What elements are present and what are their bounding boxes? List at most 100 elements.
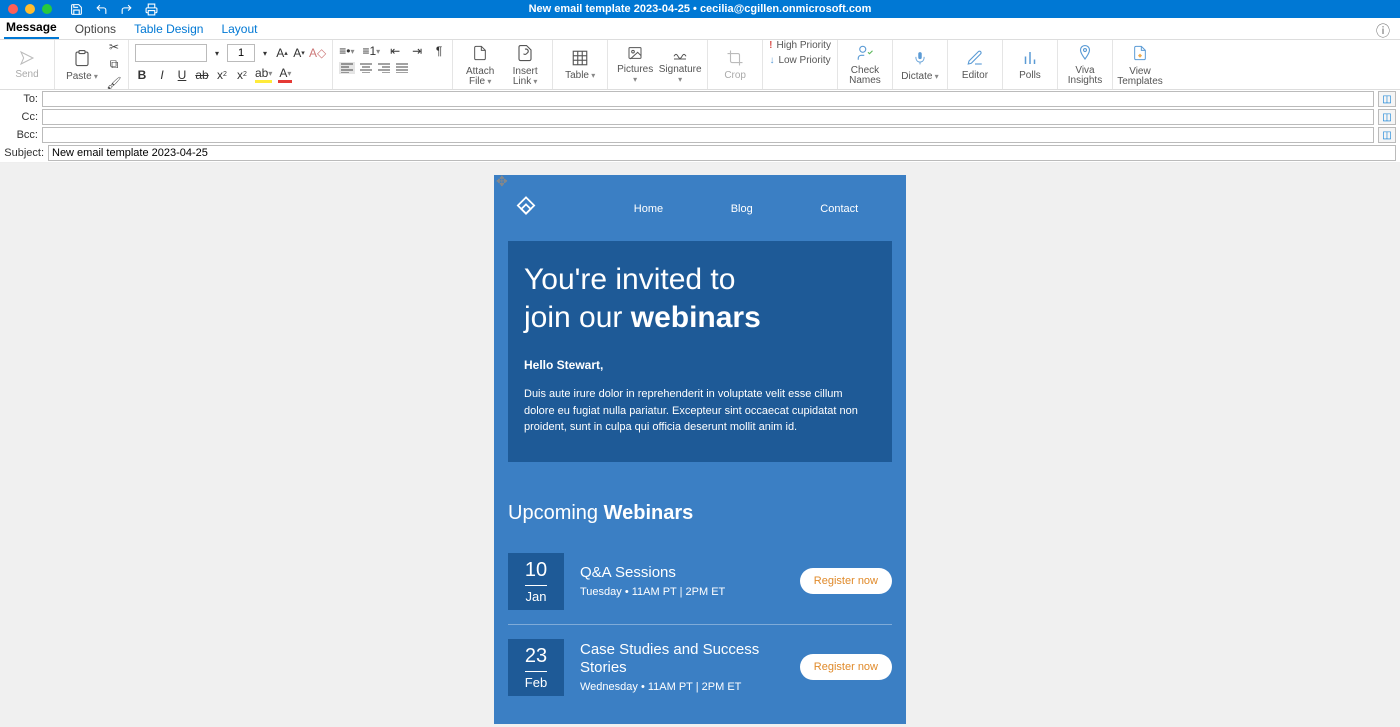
paste-button[interactable]: Paste — [61, 42, 103, 88]
dictate-icon — [913, 48, 927, 71]
nav-contact[interactable]: Contact — [820, 203, 858, 215]
minimize-window-button[interactable] — [25, 4, 35, 14]
signature-icon — [671, 45, 689, 64]
increase-font-icon[interactable]: A▴ — [275, 46, 289, 60]
attach-file-button[interactable]: Attach File — [459, 42, 501, 88]
cc-addressbook-button[interactable]: ◫ — [1378, 109, 1396, 125]
pictures-icon — [626, 45, 644, 64]
subject-field[interactable] — [48, 145, 1396, 161]
editor-button[interactable]: Editor — [954, 42, 996, 88]
table-icon — [571, 49, 589, 70]
crop-icon — [726, 49, 744, 70]
dictate-button[interactable]: Dictate — [899, 42, 941, 88]
strikethrough-button[interactable]: ab — [195, 68, 209, 82]
window-title: New email template 2023-04-25 • cecilia@… — [529, 3, 872, 15]
check-names-button[interactable]: Check Names — [844, 42, 886, 88]
attach-file-icon — [472, 43, 488, 66]
quick-access-toolbar — [70, 3, 158, 16]
nav-blog[interactable]: Blog — [731, 203, 753, 215]
superscript-button[interactable]: x2 — [235, 68, 249, 82]
event-row: 23 Feb Case Studies and Success Stories … — [508, 625, 892, 710]
increase-indent-button[interactable]: ⇥ — [410, 44, 424, 58]
tab-table-design[interactable]: Table Design — [132, 20, 205, 39]
clear-formatting-icon[interactable]: A◇ — [309, 46, 326, 60]
insert-link-button[interactable]: Insert Link — [504, 42, 546, 88]
font-family-input[interactable] — [135, 44, 207, 62]
event-subtitle: Tuesday • 11AM PT | 2PM ET — [580, 586, 784, 598]
copy-icon[interactable]: ⧉ — [106, 57, 122, 73]
send-button[interactable]: Send — [6, 42, 48, 88]
event-row: 10 Jan Q&A Sessions Tuesday • 11AM PT | … — [508, 539, 892, 625]
highlight-color-button[interactable]: ab — [255, 66, 272, 83]
undo-icon[interactable] — [95, 3, 108, 16]
pictures-button[interactable]: Pictures — [614, 42, 656, 88]
crop-button[interactable]: Crop — [714, 42, 756, 88]
bold-button[interactable]: B — [135, 68, 149, 82]
title-bar: New email template 2023-04-25 • cecilia@… — [0, 0, 1400, 18]
underline-button[interactable]: U — [175, 68, 189, 82]
signature-button[interactable]: Signature — [659, 42, 701, 88]
greeting: Hello Stewart, — [524, 358, 876, 372]
maximize-window-button[interactable] — [42, 4, 52, 14]
email-nav: Home Blog Contact — [508, 189, 892, 241]
save-icon[interactable] — [70, 3, 83, 16]
table-button[interactable]: Table — [559, 42, 601, 88]
low-priority-icon: ↓ — [769, 55, 774, 66]
font-color-button[interactable]: A — [278, 66, 292, 83]
cut-icon[interactable]: ✂ — [106, 39, 122, 55]
close-window-button[interactable] — [8, 4, 18, 14]
align-right-button[interactable] — [377, 63, 391, 73]
ribbon-tabs: Message Options Table Design Layout ⓘ — [0, 18, 1400, 40]
event-date-box: 10 Jan — [508, 553, 564, 610]
hero-section: You're invited to join our webinars Hell… — [508, 241, 892, 462]
register-button[interactable]: Register now — [800, 654, 892, 680]
print-icon[interactable] — [145, 3, 158, 16]
nav-home[interactable]: Home — [634, 203, 663, 215]
high-priority-button[interactable]: ! High Priority — [769, 40, 831, 51]
send-icon — [17, 50, 37, 69]
align-center-button[interactable] — [359, 63, 373, 73]
tab-layout[interactable]: Layout — [219, 20, 259, 39]
ribbon: Send Paste ✂ ⧉ 🖌 ▾ ▾ A▴ A▾ A◇ B I U — [0, 40, 1400, 90]
help-icon[interactable]: ⓘ — [1376, 21, 1390, 41]
align-left-button[interactable] — [339, 62, 355, 74]
bullets-button[interactable]: ≡• — [339, 44, 354, 58]
cc-field[interactable] — [42, 109, 1374, 125]
viva-insights-button[interactable]: Viva Insights — [1064, 42, 1106, 88]
font-family-dropdown-icon[interactable]: ▾ — [210, 49, 224, 58]
event-title: Q&A Sessions — [580, 564, 784, 582]
tab-message[interactable]: Message — [4, 18, 59, 39]
to-label: To: — [4, 93, 38, 105]
paragraph-marks-button[interactable]: ¶ — [432, 44, 446, 58]
decrease-font-icon[interactable]: A▾ — [292, 46, 306, 60]
polls-button[interactable]: Polls — [1009, 42, 1051, 88]
bcc-addressbook-button[interactable]: ◫ — [1378, 127, 1396, 143]
low-priority-button[interactable]: ↓ Low Priority — [769, 55, 830, 66]
paste-icon — [73, 48, 91, 71]
email-body-canvas[interactable]: ✥ Home Blog Contact You're invited to jo… — [0, 163, 1400, 727]
to-field[interactable] — [42, 91, 1374, 107]
table-move-handle-icon[interactable]: ✥ — [496, 173, 508, 190]
italic-button[interactable]: I — [155, 68, 169, 82]
bcc-field[interactable] — [42, 127, 1374, 143]
to-addressbook-button[interactable]: ◫ — [1378, 91, 1396, 107]
subscript-button[interactable]: x2 — [215, 68, 229, 82]
font-size-dropdown-icon[interactable]: ▾ — [258, 49, 272, 58]
viva-insights-icon — [1075, 44, 1095, 65]
view-templates-button[interactable]: View Templates — [1119, 42, 1161, 88]
format-painter-icon[interactable]: 🖌 — [106, 75, 122, 91]
justify-button[interactable] — [395, 63, 409, 73]
tab-options[interactable]: Options — [73, 20, 118, 39]
decrease-indent-button[interactable]: ⇤ — [388, 44, 402, 58]
logo-icon — [512, 195, 540, 223]
subject-label: Subject: — [4, 147, 44, 159]
register-button[interactable]: Register now — [800, 568, 892, 594]
cc-label: Cc: — [4, 111, 38, 123]
font-size-input[interactable] — [227, 44, 255, 62]
numbering-button[interactable]: ≡1 — [362, 44, 380, 58]
event-date-box: 23 Feb — [508, 639, 564, 696]
redo-icon[interactable] — [120, 3, 133, 16]
email-template[interactable]: ✥ Home Blog Contact You're invited to jo… — [494, 175, 906, 724]
bcc-label: Bcc: — [4, 129, 38, 141]
intro-paragraph: Duis aute irure dolor in reprehenderit i… — [524, 386, 876, 436]
